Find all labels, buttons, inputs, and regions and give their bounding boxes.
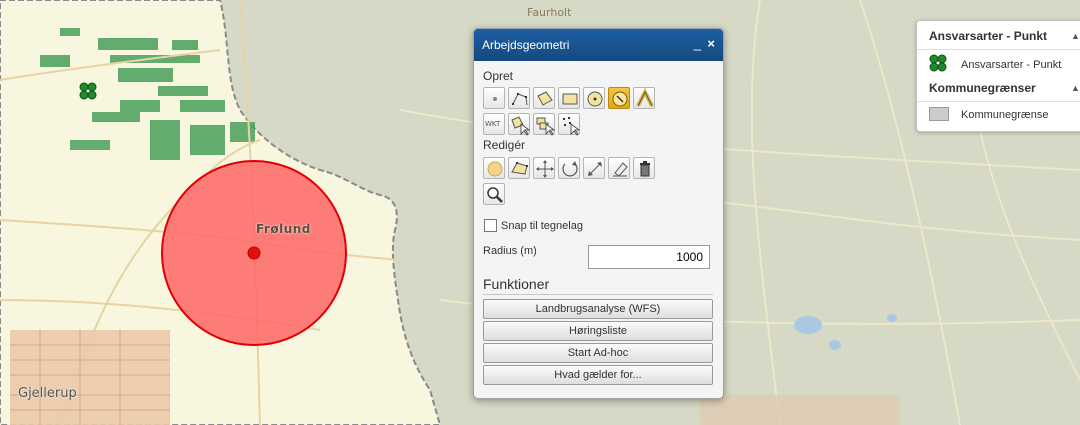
place-label-frolund: Frølund [256,222,311,236]
select-multi-tool-icon[interactable] [533,113,556,136]
functions-divider [483,294,713,295]
vertex-edit-icon[interactable] [508,157,530,179]
panel-title: Arbejdsgeometri [482,38,570,52]
move-icon[interactable] [533,157,555,179]
edit-section-label: Redigér [483,138,526,152]
landbrugsanalyse-button[interactable]: Landbrugsanalyse (WFS) [483,299,713,319]
work-geometry-panel: Arbejdsgeometri _ × Opret WKT Redigér Sn… [473,28,724,399]
place-label-faurholt: Faurholt [527,6,572,19]
circle-tool-icon[interactable] [583,87,605,109]
eraser-icon[interactable] [608,157,630,179]
radius-label: Radius (m) [483,245,537,257]
close-button[interactable]: × [707,36,715,51]
zoom-icon[interactable] [483,183,505,205]
legend-group-kommunegraenser-title[interactable]: Kommunegrænser [929,81,1036,95]
functions-title: Funktioner [483,276,550,292]
municipality-swatch [929,107,949,121]
start-adhoc-button[interactable]: Start Ad-hoc [483,343,713,363]
trash-icon[interactable] [633,157,655,179]
snap-checkbox[interactable] [484,219,497,232]
wkt-tool-icon[interactable]: WKT [483,113,505,135]
point-tool-icon[interactable] [483,87,505,109]
scale-icon[interactable] [583,157,605,179]
panel-header[interactable]: Arbejdsgeometri _ × [474,29,723,61]
radius-input[interactable] [588,245,710,269]
chevron-up-icon[interactable]: ▲ [1071,83,1080,93]
hvad-gaelder-for-button[interactable]: Hvad gælder for... [483,365,713,385]
line-tool-icon[interactable] [508,87,530,109]
legend-panel: Ansvarsarter - Punkt ▲ Ansvarsarter - Pu… [916,20,1080,132]
select-points-tool-icon[interactable] [558,113,581,136]
legend-group-ansvarsarter-title[interactable]: Ansvarsarter - Punkt [929,29,1047,43]
minimize-button[interactable]: _ [694,36,701,51]
legend-divider [917,101,1080,102]
clover-legend-icon [929,54,947,72]
circle-edit-icon[interactable] [483,157,505,179]
chevron-up-icon[interactable]: ▲ [1071,31,1080,41]
legend-item-kommunegraense: Kommunegrænse [961,109,1049,121]
legend-item-ansvarsarter: Ansvarsarter - Punkt [961,59,1062,71]
create-section-label: Opret [483,69,514,83]
rotate-icon[interactable] [558,157,580,179]
rectangle-tool-icon[interactable] [558,87,580,109]
horingsliste-button[interactable]: Høringsliste [483,321,713,341]
place-label-gjellerup: Gjellerup [18,386,77,401]
snap-label: Snap til tegnelag [501,220,583,232]
buffer-point-tool-icon[interactable] [608,87,630,109]
polygon-tool-icon[interactable] [533,87,555,109]
select-polygon-tool-icon[interactable] [508,113,531,136]
legend-divider [917,49,1080,50]
curve-tool-icon[interactable] [633,87,655,109]
wkt-label: WKT [485,120,501,128]
buffer-center-point [247,246,261,260]
